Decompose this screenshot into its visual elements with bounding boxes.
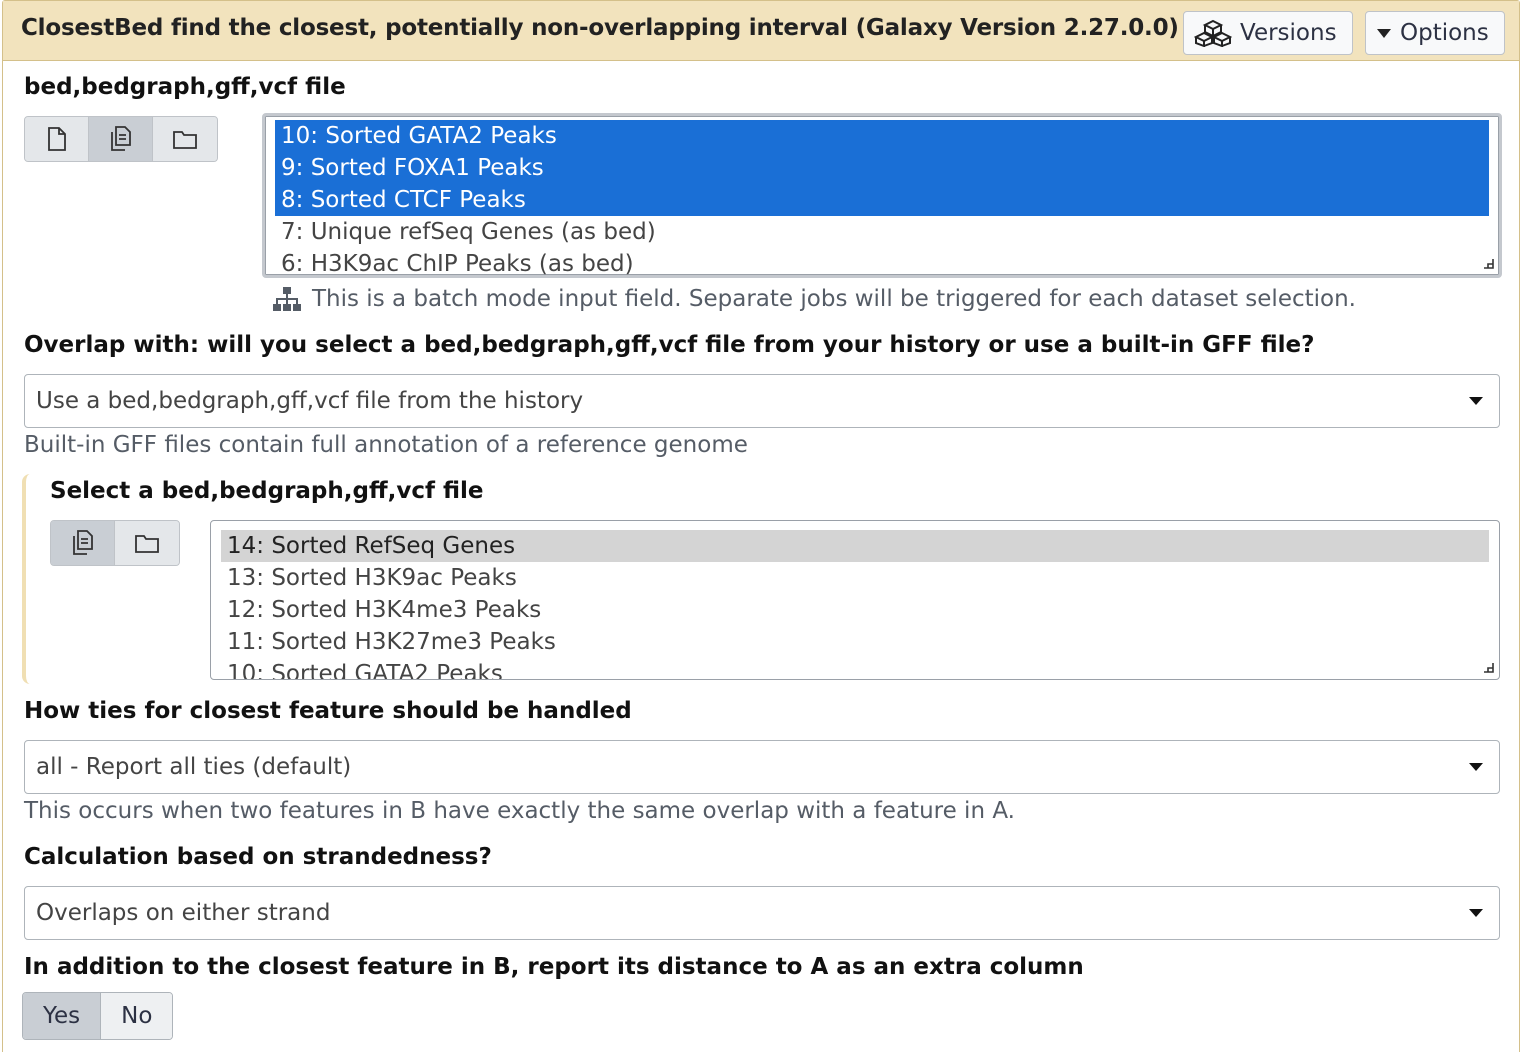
versions-button[interactable]: Versions	[1183, 11, 1353, 55]
sitemap-icon	[273, 287, 301, 311]
overlap-help: Built-in GFF files contain full annotati…	[24, 432, 748, 458]
strand-select-value: Overlaps on either strand	[36, 900, 331, 926]
ties-select-value: all - Report all ties (default)	[36, 754, 352, 780]
options-button[interactable]: Options	[1365, 11, 1505, 55]
strand-select[interactable]: Overlaps on either strand	[24, 886, 1500, 940]
input-b-option[interactable]: 10: Sorted GATA2 Peaks	[221, 658, 1489, 679]
input-a-option[interactable]: 10: Sorted GATA2 Peaks	[275, 120, 1489, 152]
overlap-select-value: Use a bed,bedgraph,gff,vcf file from the…	[36, 388, 584, 414]
ties-help: This occurs when two features in B have …	[24, 798, 1015, 824]
ties-select[interactable]: all - Report all ties (default)	[24, 740, 1500, 794]
folder-icon	[173, 131, 197, 149]
cubes-icon	[1194, 19, 1232, 47]
tool-title: ClosestBed find the closest, potentially…	[21, 15, 1179, 41]
dropdown-caret-icon	[1469, 763, 1483, 771]
folder-icon	[135, 535, 159, 553]
strand-label: Calculation based on strandedness?	[24, 844, 492, 870]
single-dataset-button[interactable]	[25, 117, 89, 161]
distance-no-button[interactable]: No	[101, 993, 173, 1039]
input-a-label: bed,bedgraph,gff,vcf file	[24, 74, 346, 100]
input-a-source-buttons	[24, 116, 218, 162]
input-b-source-buttons	[50, 520, 180, 566]
ties-label: How ties for closest feature should be h…	[24, 698, 632, 724]
overlap-label: Overlap with: will you select a bed,bedg…	[24, 332, 1315, 358]
input-a-listbox[interactable]: 10: Sorted GATA2 Peaks 9: Sorted FOXA1 P…	[262, 113, 1502, 278]
conditional-section-bar	[22, 474, 30, 684]
input-b-listbox[interactable]: 14: Sorted RefSeq Genes 13: Sorted H3K9a…	[210, 520, 1500, 680]
tool-header: ClosestBed find the closest, potentially…	[3, 1, 1519, 61]
batch-mode-help-text: This is a batch mode input field. Separa…	[312, 286, 1356, 312]
dropdown-caret-icon	[1469, 909, 1483, 917]
options-label: Options	[1400, 20, 1489, 46]
dropdown-caret-icon	[1469, 397, 1483, 405]
input-a-option[interactable]: 6: H3K9ac ChIP Peaks (as bed)	[275, 248, 1489, 275]
distance-label: In addition to the closest feature in B,…	[24, 954, 1084, 980]
input-b-option[interactable]: 11: Sorted H3K27me3 Peaks	[221, 626, 1489, 658]
input-a-option[interactable]: 8: Sorted CTCF Peaks	[275, 184, 1489, 216]
multiple-datasets-button[interactable]	[51, 521, 115, 565]
distance-toggle: Yes No	[22, 992, 174, 1040]
dataset-collection-button[interactable]	[115, 521, 179, 565]
dataset-collection-button[interactable]	[153, 117, 217, 161]
input-b-option[interactable]: 14: Sorted RefSeq Genes	[221, 530, 1489, 562]
input-a-option[interactable]: 9: Sorted FOXA1 Peaks	[275, 152, 1489, 184]
input-a-option[interactable]: 7: Unique refSeq Genes (as bed)	[275, 216, 1489, 248]
multiple-datasets-button[interactable]	[89, 117, 153, 161]
file-icon	[47, 127, 66, 151]
resize-handle-icon[interactable]	[1481, 257, 1495, 271]
input-b-label: Select a bed,bedgraph,gff,vcf file	[50, 478, 484, 504]
caret-down-icon	[1377, 29, 1391, 38]
copy-icon	[110, 126, 131, 151]
resize-handle-icon[interactable]	[1481, 661, 1495, 675]
versions-label: Versions	[1240, 20, 1337, 46]
copy-icon	[72, 530, 93, 555]
overlap-select[interactable]: Use a bed,bedgraph,gff,vcf file from the…	[24, 374, 1500, 428]
distance-yes-button[interactable]: Yes	[23, 993, 102, 1039]
input-b-option[interactable]: 12: Sorted H3K4me3 Peaks	[221, 594, 1489, 626]
input-b-option[interactable]: 13: Sorted H3K9ac Peaks	[221, 562, 1489, 594]
batch-mode-help: This is a batch mode input field. Separa…	[272, 286, 1356, 312]
